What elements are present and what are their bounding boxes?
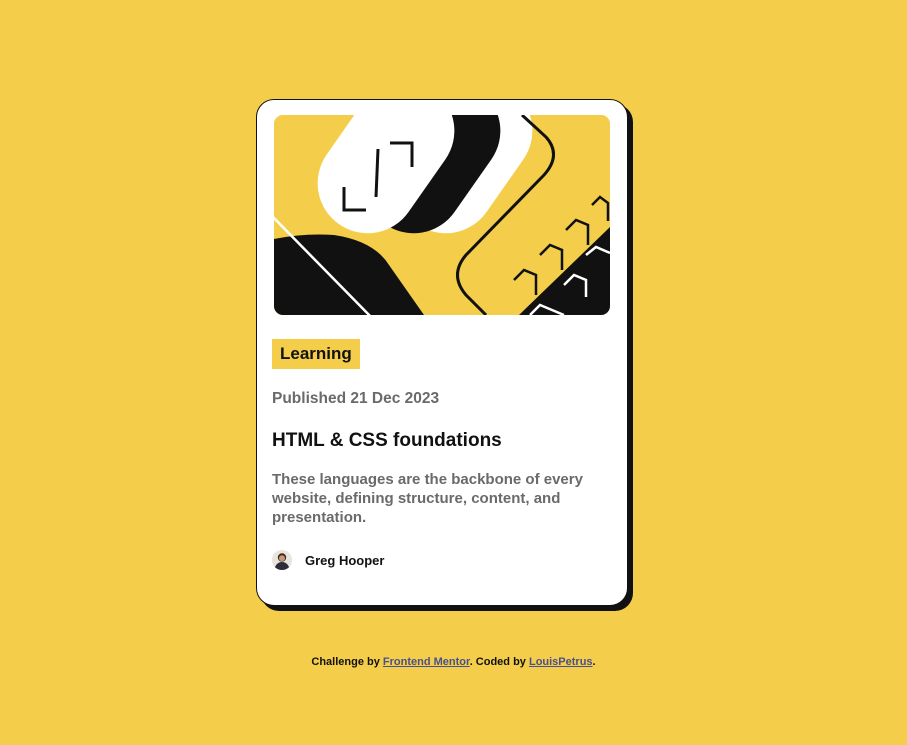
hero-illustration xyxy=(274,115,610,315)
attribution-middle: . Coded by xyxy=(469,656,529,668)
attribution-prefix: Challenge by xyxy=(311,656,383,668)
attribution: Challenge by Frontend Mentor. Coded by L… xyxy=(0,656,907,668)
card-description: These languages are the backbone of ever… xyxy=(272,471,583,526)
author: Greg Hooper xyxy=(272,549,384,571)
blog-preview-card: Learning Published 21 Dec 2023 HTML & CS… xyxy=(256,99,628,606)
author-link[interactable]: LouisPetrus xyxy=(529,656,593,668)
card-title[interactable]: HTML & CSS foundations xyxy=(272,430,502,452)
avatar-icon xyxy=(272,550,292,570)
published-date: Published 21 Dec 2023 xyxy=(272,390,440,407)
code-brackets-illustration-icon xyxy=(274,115,610,315)
attribution-suffix: . xyxy=(592,656,596,668)
category-tag: Learning xyxy=(272,339,360,369)
author-name: Greg Hooper xyxy=(305,552,385,568)
frontend-mentor-link[interactable]: Frontend Mentor xyxy=(383,656,470,668)
